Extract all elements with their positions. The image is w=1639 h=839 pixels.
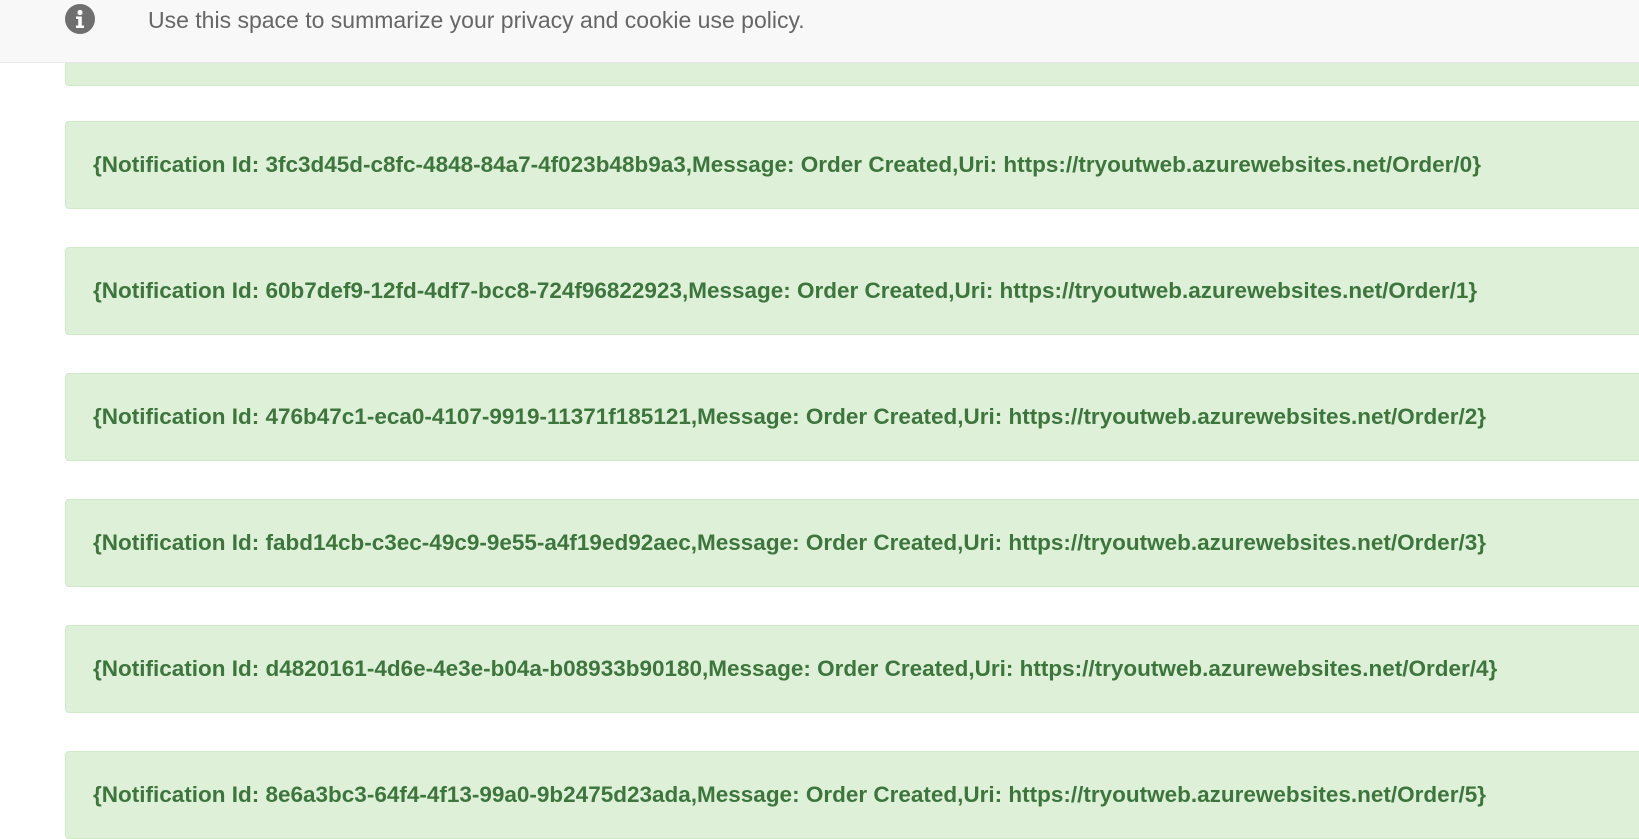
notification-alert: {Notification Id: 8e6a3bc3-64f4-4f13-99a… [65,751,1639,839]
notification-alert: {Notification Id: fabd14cb-c3ec-49c9-9e5… [65,499,1639,587]
notification-text: {Notification Id: 3fc3d45d-c8fc-4848-84a… [93,152,1481,177]
info-icon [65,4,95,34]
notification-text: {Notification Id: 8e6a3bc3-64f4-4f13-99a… [93,782,1486,807]
notification-alert: {Notification Id: 3fc3d45d-c8fc-4848-84a… [65,121,1639,209]
notification-text: {Notification Id: 476b47c1-eca0-4107-991… [93,404,1487,429]
notification-text: {Notification Id: d4820161-4d6e-4e3e-b04… [93,656,1498,681]
notification-text: {Notification Id: 60b7def9-12fd-4df7-bcc… [93,278,1478,303]
notification-alert: {Notification Id: 476b47c1-eca0-4107-991… [65,373,1639,461]
notification-alert: {Notification Id: d4820161-4d6e-4e3e-b04… [65,625,1639,713]
cookie-policy-text: Use this space to summarize your privacy… [148,7,805,33]
notification-alert: {Notification Id: 60b7def9-12fd-4df7-bcc… [65,247,1639,335]
notification-text: {Notification Id: fabd14cb-c3ec-49c9-9e5… [93,530,1486,555]
cookie-banner: Use this space to summarize your privacy… [0,0,1639,63]
